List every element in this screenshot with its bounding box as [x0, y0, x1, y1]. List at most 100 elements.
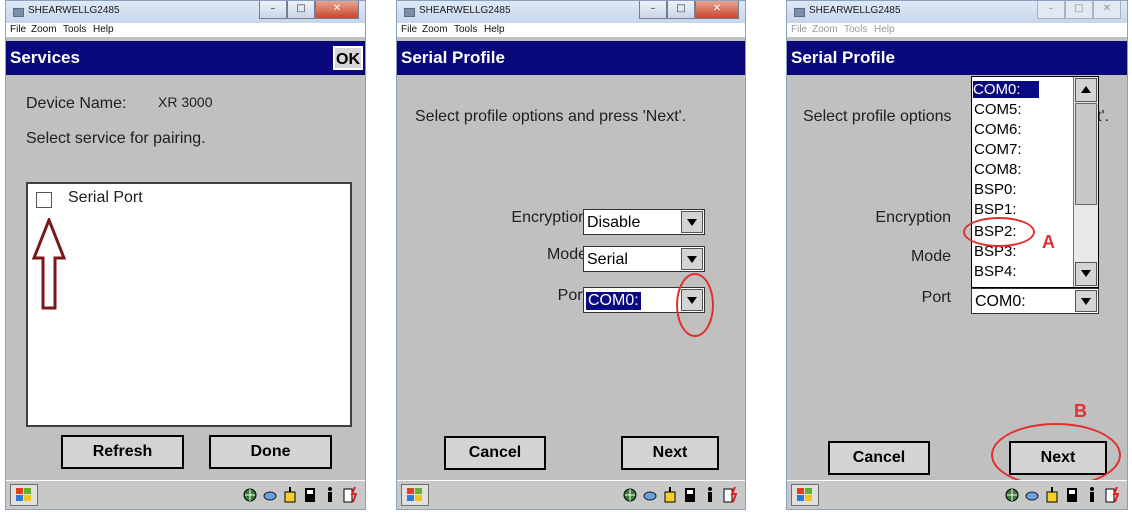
menu-bar: File Zoom Tools Help: [397, 23, 745, 37]
minimize-button[interactable]: –: [1037, 1, 1065, 19]
chevron-down-icon[interactable]: [1075, 290, 1097, 312]
mode-label: Mode: [910, 248, 951, 265]
list-item[interactable]: COM6:: [974, 121, 1022, 138]
next-button[interactable]: Next: [621, 436, 719, 470]
system-tray: [243, 486, 358, 503]
info-icon[interactable]: [323, 486, 337, 503]
window-controls: – □ ✕: [259, 1, 359, 19]
battery-icon[interactable]: [1105, 486, 1120, 503]
page-header: Serial Profile: [787, 41, 1127, 75]
info-icon[interactable]: [1085, 486, 1099, 503]
menu-help[interactable]: Help: [874, 24, 895, 35]
network-icon[interactable]: [1005, 486, 1019, 503]
annotation-a: A: [1042, 232, 1055, 252]
menu-help[interactable]: Help: [484, 24, 505, 35]
port-dropdown-list[interactable]: COM0: COM5: COM6: COM7: COM8: BSP0: BSP1…: [971, 76, 1099, 288]
title-bar: SHEARWELLG2485 – □ ✕: [397, 1, 745, 23]
list-item[interactable]: BSP0:: [974, 181, 1017, 198]
annotation-b: B: [1074, 401, 1087, 421]
list-item[interactable]: COM7:: [974, 141, 1022, 158]
scroll-down-button[interactable]: [1075, 262, 1097, 286]
panel-serial-profile-dropdown: SHEARWELLG2485 – □ ✕ File Zoom Tools Hel…: [786, 0, 1128, 510]
volume-icon[interactable]: [663, 486, 677, 503]
menu-bar: File Zoom Tools Help: [787, 23, 1127, 37]
network-icon[interactable]: [623, 486, 637, 503]
close-button[interactable]: ✕: [315, 1, 359, 19]
port-label: Port: [921, 289, 951, 306]
menu-zoom[interactable]: Zoom: [812, 24, 838, 35]
scrollbar[interactable]: [1073, 77, 1098, 287]
page-title: Serial Profile: [401, 48, 505, 67]
list-item[interactable]: BSP1:: [974, 201, 1017, 218]
card-icon[interactable]: [1065, 486, 1079, 503]
highlight-circle: [676, 273, 714, 337]
port-select[interactable]: COM0:: [971, 288, 1099, 314]
menu-tools[interactable]: Tools: [844, 24, 867, 35]
ok-button[interactable]: OK: [333, 46, 363, 70]
serial-port-label: Serial Port: [68, 189, 143, 206]
mode-value: Serial: [587, 251, 628, 268]
system-tray: [623, 486, 738, 503]
menu-tools[interactable]: Tools: [63, 24, 86, 35]
start-button[interactable]: [10, 484, 38, 506]
service-list[interactable]: Serial Port: [26, 182, 352, 427]
connection-icon[interactable]: [263, 486, 277, 503]
cancel-button[interactable]: Cancel: [444, 436, 546, 470]
cancel-button[interactable]: Cancel: [828, 441, 930, 475]
scroll-up-button[interactable]: [1075, 78, 1097, 102]
network-icon[interactable]: [243, 486, 257, 503]
chevron-down-icon[interactable]: [681, 211, 703, 233]
page-header: Serial Profile: [397, 41, 745, 75]
close-button[interactable]: ✕: [1093, 1, 1121, 19]
refresh-button[interactable]: Refresh: [61, 435, 184, 469]
close-button[interactable]: ✕: [695, 1, 739, 19]
taskbar: [787, 480, 1127, 509]
menu-file[interactable]: File: [791, 24, 807, 35]
minimize-button[interactable]: –: [259, 1, 287, 19]
windows-logo-icon: [797, 488, 813, 502]
connection-icon[interactable]: [1025, 486, 1039, 503]
menu-file[interactable]: File: [10, 24, 26, 35]
menu-tools[interactable]: Tools: [454, 24, 477, 35]
page-title: Services: [10, 48, 80, 67]
menu-zoom[interactable]: Zoom: [422, 24, 448, 35]
menu-file[interactable]: File: [401, 24, 417, 35]
scroll-thumb[interactable]: [1075, 103, 1097, 205]
start-button[interactable]: [401, 484, 429, 506]
card-icon[interactable]: [303, 486, 317, 503]
volume-icon[interactable]: [1045, 486, 1059, 503]
window-controls: – □ ✕: [1037, 1, 1121, 19]
serial-port-checkbox[interactable]: [36, 192, 52, 208]
card-icon[interactable]: [683, 486, 697, 503]
port-label: Port: [557, 287, 587, 304]
app-icon: [13, 8, 24, 17]
highlight-circle-b: [991, 423, 1121, 487]
chevron-down-icon[interactable]: [681, 248, 703, 270]
maximize-button[interactable]: □: [287, 1, 315, 19]
title-bar: SHEARWELLG2485 – □ ✕: [787, 1, 1127, 23]
battery-icon[interactable]: [343, 486, 358, 503]
done-button[interactable]: Done: [209, 435, 332, 469]
encryption-label: Encryption: [511, 209, 587, 226]
mode-select[interactable]: Serial: [583, 246, 705, 272]
connection-icon[interactable]: [643, 486, 657, 503]
device-name-value: XR 3000: [158, 94, 213, 110]
maximize-button[interactable]: □: [667, 1, 695, 19]
minimize-button[interactable]: –: [639, 1, 667, 19]
menu-help[interactable]: Help: [93, 24, 114, 35]
list-item[interactable]: COM5:: [974, 101, 1022, 118]
battery-icon[interactable]: [723, 486, 738, 503]
list-item[interactable]: COM8:: [974, 161, 1022, 178]
list-item[interactable]: COM0:: [973, 81, 1039, 98]
window: SHEARWELLG2485 – □ ✕ File Zoom Tools Hel…: [396, 0, 746, 510]
maximize-button[interactable]: □: [1065, 1, 1093, 19]
list-item[interactable]: BSP4:: [974, 263, 1017, 280]
info-icon[interactable]: [703, 486, 717, 503]
panel-services: SHEARWELLG2485 – □ ✕ File Zoom Tools Hel…: [5, 0, 366, 510]
menu-bar: File Zoom Tools Help: [6, 23, 365, 37]
menu-zoom[interactable]: Zoom: [31, 24, 57, 35]
window-title: SHEARWELLG2485: [28, 5, 120, 16]
start-button[interactable]: [791, 484, 819, 506]
volume-icon[interactable]: [283, 486, 297, 503]
encryption-select[interactable]: Disable: [583, 209, 705, 235]
